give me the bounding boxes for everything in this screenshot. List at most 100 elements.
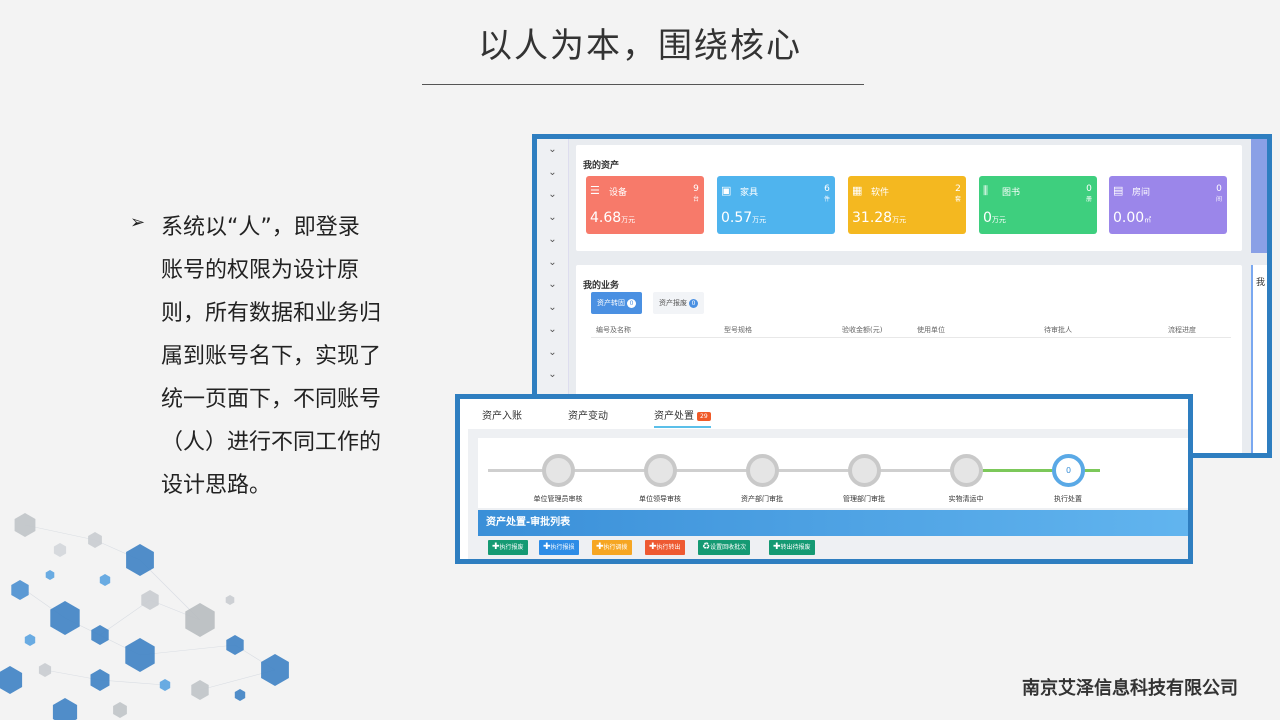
workflow-node[interactable]: [848, 454, 881, 487]
software-icon: ▦: [852, 184, 863, 197]
hexagon-shape: [90, 669, 110, 691]
hexagon-shape: [11, 580, 29, 600]
arrow-bullet-icon: ➢: [130, 212, 146, 233]
tile-count: 2套: [954, 184, 961, 203]
count-badge: 29: [697, 411, 711, 421]
tile-value: 31.28万元: [852, 210, 907, 226]
title-divider: [422, 84, 864, 85]
chevron-down-icon[interactable]: ⌄: [537, 229, 568, 252]
workflow-step-label: 单位管理员审核: [533, 495, 583, 503]
tab-asset-change[interactable]: 资产变动: [568, 407, 608, 422]
hexagon-shape: [91, 625, 109, 645]
action-button-label: 设置回收批次: [710, 544, 747, 551]
table-header-cell: 流程进度: [1168, 326, 1196, 334]
disposal-panel: 单位管理员审核 单位领导审核 资产部门审批 管理部门审批 实物清运中 0 执行处置 资产处置…: [468, 429, 1188, 559]
chevron-down-icon[interactable]: ⌄: [537, 297, 568, 320]
my-assets-title: 我的资产: [583, 161, 620, 171]
tab-count: 0: [689, 299, 698, 308]
hexagon-shape: [141, 590, 159, 610]
plus-icon: ✚: [492, 542, 500, 552]
workflow-step-label: 实物清运中: [948, 495, 984, 503]
chevron-down-icon[interactable]: ⌄: [537, 252, 568, 275]
action-button[interactable]: ✚执行报废: [488, 540, 528, 555]
hexagon-shape: [0, 666, 23, 694]
slide-title: 以人为本，围绕核心: [478, 26, 802, 66]
workflow-node[interactable]: [644, 454, 677, 487]
workflow-step-label: 执行处置: [1054, 495, 1082, 503]
workflow-step-label: 单位领导审核: [639, 495, 681, 503]
books-icon: ⫼: [983, 184, 989, 197]
asset-tile[interactable]: ▣ 家具 6 件 0.57万元: [717, 176, 835, 234]
tile-count: 9台: [692, 184, 699, 203]
asset-tile[interactable]: ▦ 软件 2 套 31.28万元: [848, 176, 966, 234]
tile-value: 0万元: [983, 210, 1006, 226]
chevron-down-icon[interactable]: ⌄: [537, 319, 568, 342]
hexagon-shape: [99, 574, 111, 586]
tile-name: 房间: [1132, 188, 1151, 198]
chevron-down-icon[interactable]: ⌄: [537, 162, 568, 185]
chevron-down-icon[interactable]: ⌄: [537, 274, 568, 297]
chevron-down-icon[interactable]: ⌄: [537, 207, 568, 230]
action-button[interactable]: ✚执行调拨: [592, 540, 632, 555]
workflow-node[interactable]: [542, 454, 575, 487]
action-button[interactable]: ✚转出待报废: [769, 540, 815, 555]
tile-name: 家具: [740, 188, 759, 198]
bullet-text: 系统以“人”，即登录账号的权限为设计原则，所有数据和业务归属到账号名下，实现了统…: [161, 215, 382, 498]
hexagon-shape: [125, 638, 155, 672]
tile-count: 6件: [823, 184, 830, 203]
tab-asset-disposal[interactable]: 资产处置 29: [654, 407, 711, 428]
hexagon-shape: [24, 634, 36, 646]
hexagon-shape: [225, 595, 235, 605]
workflow-step-label: 管理部门审批: [843, 495, 885, 503]
tile-value: 0.00㎡: [1113, 210, 1152, 226]
tile-count: 0册: [1085, 184, 1092, 203]
hexagon-shape: [53, 543, 67, 557]
tab-count: 0: [627, 299, 636, 308]
hexagon-shape: [261, 654, 289, 686]
right-card-label: 我: [1256, 278, 1266, 288]
workflow-step-label: 资产部门审批: [741, 495, 783, 503]
furniture-icon: ▣: [721, 184, 732, 197]
workflow-node[interactable]: 0: [1052, 454, 1085, 487]
chevron-down-icon[interactable]: ⌄: [537, 342, 568, 365]
recycle-icon: ♻: [702, 542, 711, 552]
hexagon-shape: [191, 680, 209, 700]
tab-asset-transfer[interactable]: 资产转固 0: [591, 292, 642, 314]
disposal-screenshot: 资产入账 资产变动 资产处置 29 单位管理员审核 单位领导审核 资产部门审批 管理部门…: [455, 394, 1193, 564]
plus-icon: ✚: [543, 542, 551, 552]
hexagon-shape: [88, 532, 102, 548]
tab-asset-scrap[interactable]: 资产报废 0: [653, 292, 704, 314]
tile-name: 设备: [609, 188, 628, 198]
workflow-node[interactable]: [950, 454, 983, 487]
action-button[interactable]: ♻设置回收批次: [698, 540, 751, 555]
workflow-node[interactable]: [746, 454, 779, 487]
my-business-title: 我的业务: [583, 281, 620, 291]
action-button-label: 执行报废: [499, 544, 524, 551]
hexagon-shape: [159, 679, 171, 691]
action-button-label: 执行调拨: [603, 544, 628, 551]
hexagon-shape: [113, 702, 127, 718]
tile-name: 图书: [1002, 188, 1021, 198]
table-header-cell: 编号及名称: [596, 326, 631, 334]
action-button-label: 转出待报废: [780, 544, 811, 551]
building-icon: ▤: [1113, 184, 1124, 197]
asset-tile[interactable]: ⫼ 图书 0 册 0万元: [979, 176, 1097, 234]
list-header: 资产处置-审批列表: [478, 510, 1188, 536]
chevron-down-icon[interactable]: ⌄: [537, 364, 568, 387]
tile-value: 0.57万元: [721, 210, 767, 226]
tab-label: 资产转固: [597, 299, 625, 307]
plus-icon: ✚: [773, 542, 781, 552]
action-button[interactable]: ✚执行报损: [539, 540, 579, 555]
right-panel-edge: [1251, 139, 1267, 253]
chevron-down-icon[interactable]: ⌄: [537, 184, 568, 207]
asset-tile[interactable]: ▤ 房间 0 间 0.00㎡: [1109, 176, 1227, 234]
asset-tile[interactable]: ☰ 设备 9 台 4.68万元: [586, 176, 704, 234]
action-button[interactable]: ✚执行转出: [645, 540, 685, 555]
hexagon-shape: [226, 635, 244, 655]
tab-asset-entry[interactable]: 资产入账: [482, 407, 522, 422]
hexagon-shape: [50, 601, 80, 635]
hexagon-shape: [185, 603, 215, 637]
chevron-down-icon[interactable]: ⌄: [537, 139, 568, 162]
tile-name: 软件: [871, 188, 890, 198]
hexagon-shape: [38, 663, 52, 677]
